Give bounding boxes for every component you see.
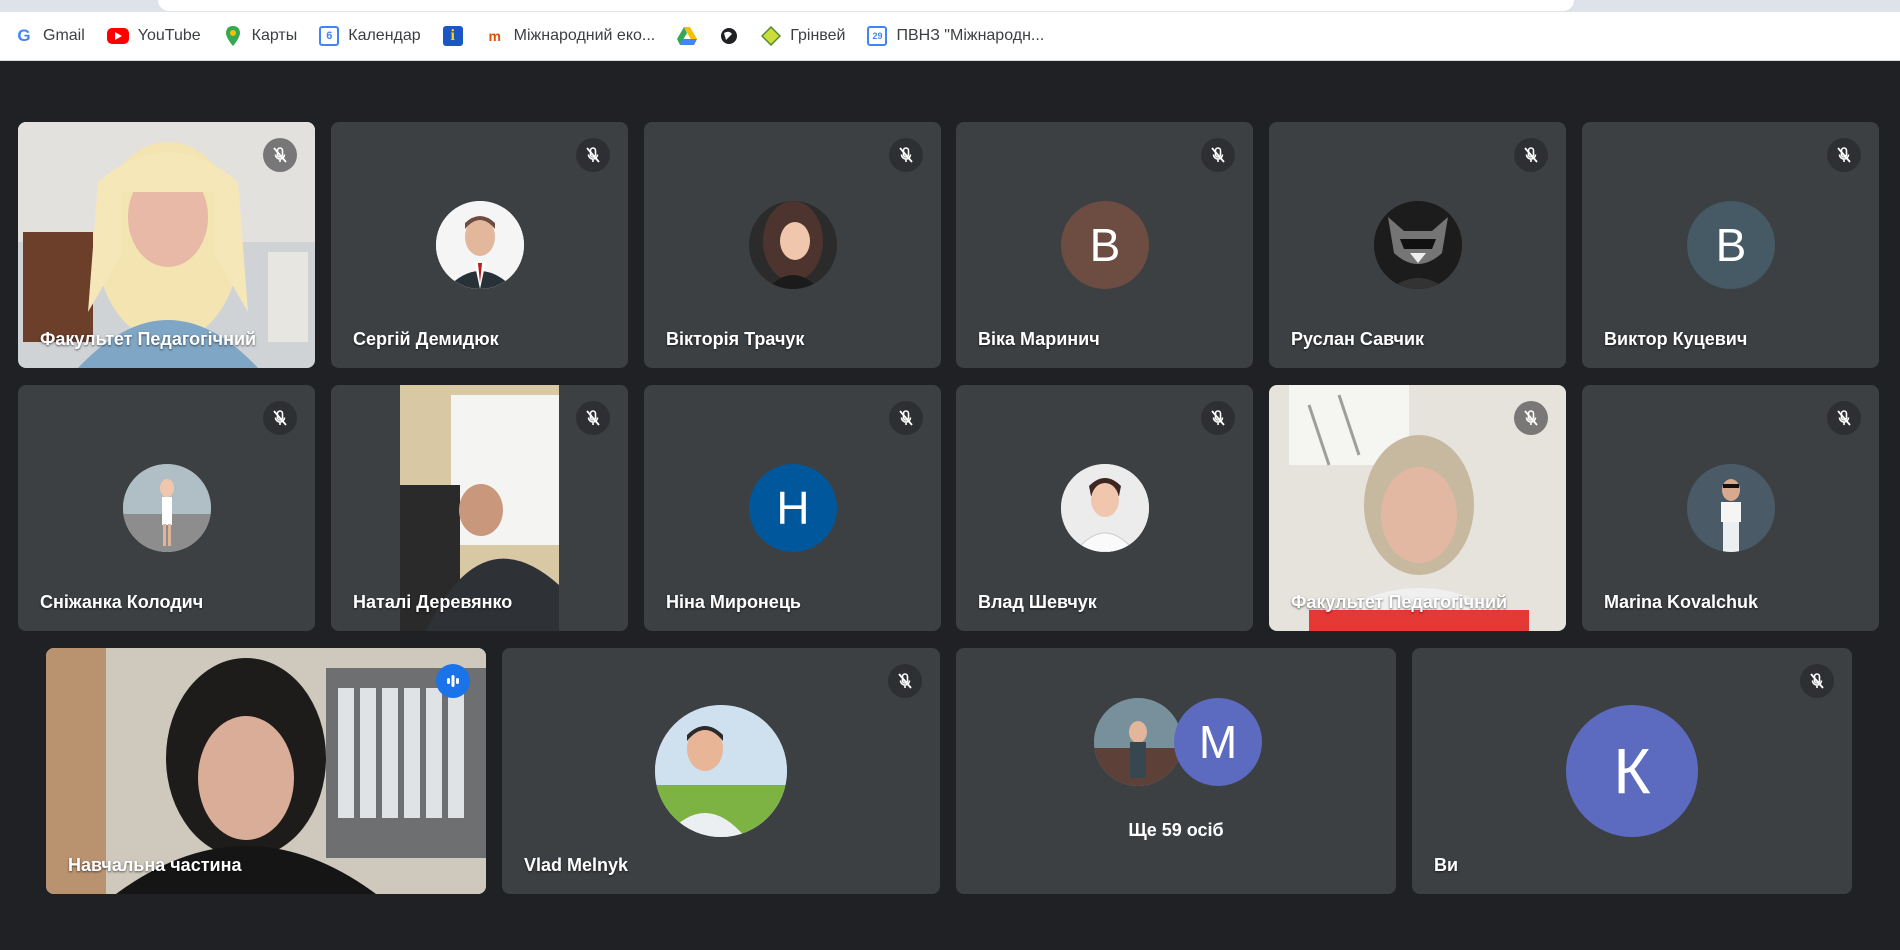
mic-off-icon xyxy=(1827,138,1861,172)
bookmark-globe[interactable] xyxy=(719,26,739,46)
participant-name: Влад Шевчук xyxy=(978,592,1097,612)
mic-off-icon xyxy=(889,401,923,435)
bookmark-drive[interactable] xyxy=(677,26,698,46)
avatar xyxy=(123,464,211,552)
participant-tile[interactable]: Vlad Melnyk xyxy=(502,648,940,894)
mic-off-icon xyxy=(263,401,297,435)
participant-name: Ніна Миронець xyxy=(666,592,801,612)
drive-icon xyxy=(677,26,698,46)
avatar: В xyxy=(1061,201,1149,289)
participant-name: Vlad Melnyk xyxy=(524,855,629,875)
avatar: Н xyxy=(749,464,837,552)
participant-tile[interactable]: В Віка Маринич xyxy=(956,122,1253,368)
bookmark-label: Календар xyxy=(348,27,421,44)
more-participants-tile[interactable]: M Ще 59 осіб xyxy=(956,648,1396,894)
participant-name: Ви xyxy=(1434,855,1459,875)
participant-tile[interactable]: Руслан Савчик xyxy=(1269,122,1566,368)
bookmark-calendar[interactable]: 6 Календар xyxy=(319,26,421,46)
mic-off-icon xyxy=(1514,138,1548,172)
youtube-icon xyxy=(106,28,129,44)
bookmark-label: Грінвей xyxy=(790,27,846,44)
participant-name: Руслан Савчик xyxy=(1291,329,1425,349)
participant-tile[interactable]: Вікторія Трачук xyxy=(644,122,941,368)
bookmark-label: Карты xyxy=(251,27,298,44)
mic-off-icon xyxy=(576,138,610,172)
calendar-icon: 6 xyxy=(319,26,340,46)
bookmark-greenway[interactable]: Грінвей xyxy=(761,26,845,46)
mic-off-icon xyxy=(263,138,297,172)
participant-name: Віка Маринич xyxy=(978,329,1100,349)
participant-tile[interactable]: Н Ніна Миронець xyxy=(644,385,941,631)
mic-off-icon xyxy=(1201,138,1235,172)
bookmark-label: Міжнародний еко... xyxy=(513,27,656,44)
participant-tile[interactable]: Сергій Демидюк xyxy=(331,122,628,368)
self-tile[interactable]: К Ви xyxy=(1412,648,1852,894)
globe-icon xyxy=(719,26,739,46)
participant-tile[interactable]: Факультет Педагогічний xyxy=(18,122,315,368)
maps-icon xyxy=(223,26,243,46)
participant-name: Факультет Педагогічний xyxy=(40,329,257,349)
participant-name: Виктор Куцевич xyxy=(1604,329,1748,349)
avatar: В xyxy=(1687,201,1775,289)
participant-name: Факультет Педагогічний xyxy=(1291,592,1508,612)
avatar xyxy=(1094,698,1182,786)
address-bar[interactable] xyxy=(158,0,1574,11)
calendar-29-icon: 29 xyxy=(867,26,888,46)
bookmark-gmail[interactable]: G Gmail xyxy=(14,26,85,46)
mic-off-icon xyxy=(1514,401,1548,435)
avatar xyxy=(1061,464,1149,552)
mic-off-icon xyxy=(1201,401,1235,435)
mic-off-icon xyxy=(1800,664,1834,698)
mic-off-icon xyxy=(1827,401,1861,435)
mic-off-icon xyxy=(576,401,610,435)
avatar xyxy=(1374,201,1462,289)
avatar xyxy=(1687,464,1775,552)
bookmark-label: Gmail xyxy=(43,27,85,44)
avatar xyxy=(436,201,524,289)
participant-tile[interactable]: Сніжанка Колодич xyxy=(18,385,315,631)
participant-tile[interactable]: В Виктор Куцевич xyxy=(1582,122,1879,368)
participant-name: Вікторія Трачук xyxy=(666,329,805,349)
avatar: M xyxy=(1174,698,1262,786)
bookmark-pvnz[interactable]: 29 ПВНЗ "Міжнародн... xyxy=(867,26,1044,46)
bookmark-international[interactable]: m Міжнародний еко... xyxy=(485,26,656,46)
avatar xyxy=(655,705,787,837)
avatar: К xyxy=(1566,705,1698,837)
participant-tile[interactable]: Наталі Деревянко xyxy=(331,385,628,631)
bookmark-info[interactable]: i xyxy=(442,26,463,46)
participant-name: Сергій Демидюк xyxy=(353,329,499,349)
bookmark-youtube[interactable]: YouTube xyxy=(106,27,201,45)
speaking-indicator-icon xyxy=(436,664,470,698)
gmail-icon: G xyxy=(17,26,31,45)
mic-off-icon xyxy=(889,138,923,172)
participant-tile[interactable]: Marina Kovalchuk xyxy=(1582,385,1879,631)
participant-tile[interactable]: Влад Шевчук xyxy=(956,385,1253,631)
participant-tile-speaking[interactable]: Навчальна частина xyxy=(46,648,486,894)
participant-name: Marina Kovalchuk xyxy=(1604,592,1759,612)
bookmark-maps[interactable]: Карты xyxy=(223,26,298,46)
participant-name: Навчальна частина xyxy=(68,855,242,875)
participant-name: Наталі Деревянко xyxy=(353,592,513,612)
participant-tile[interactable]: Факультет Педагогічний xyxy=(1269,385,1566,631)
more-participants-label: Ще 59 осіб xyxy=(1128,820,1224,840)
bookmark-label: YouTube xyxy=(137,27,201,44)
greenway-icon xyxy=(761,26,782,46)
participant-name: Сніжанка Колодич xyxy=(40,592,204,612)
bookmark-label: ПВНЗ "Міжнародн... xyxy=(896,27,1045,44)
avatar xyxy=(749,201,837,289)
mic-off-icon xyxy=(888,664,922,698)
bookmarks-bar: G Gmail YouTube Карты 6 Календар i m Між… xyxy=(0,12,1900,61)
info-icon: i xyxy=(442,26,463,46)
site-icon: m xyxy=(488,28,501,44)
